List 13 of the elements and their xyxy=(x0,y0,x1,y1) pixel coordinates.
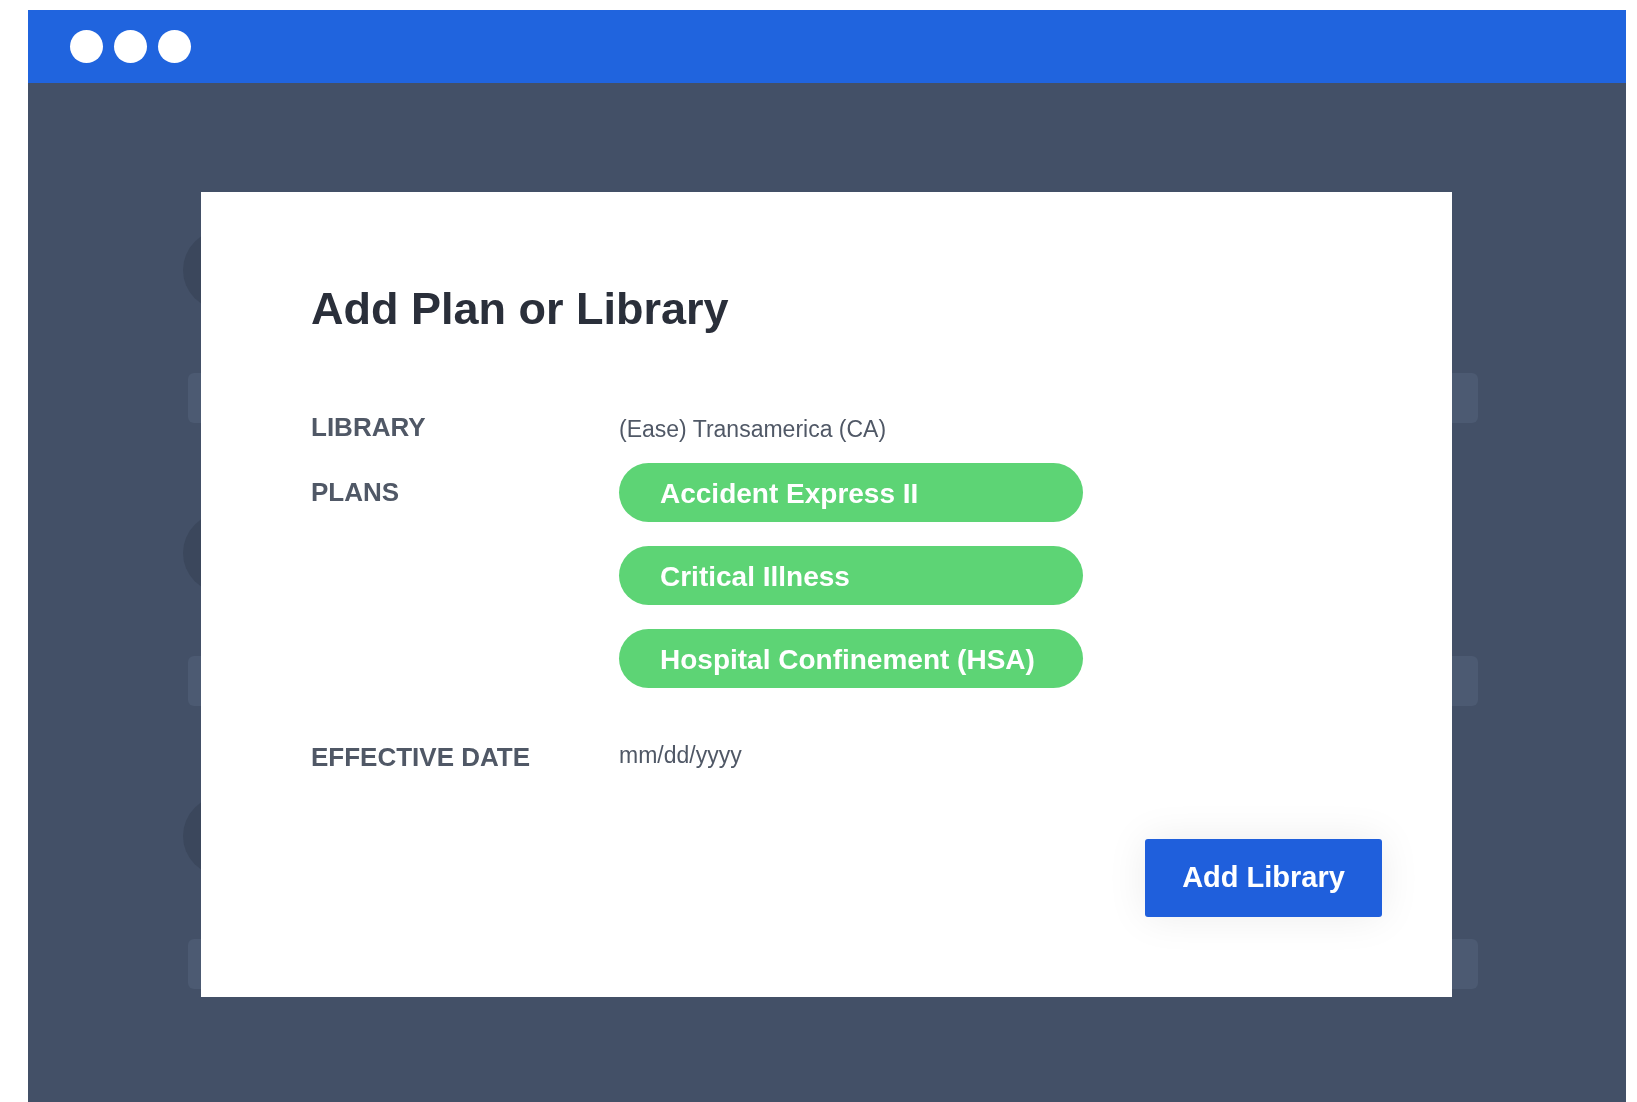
field-label: LIBRARY xyxy=(311,411,427,444)
window-dot-icon xyxy=(70,30,103,63)
window-dot-icon xyxy=(114,30,147,63)
add-library-button[interactable]: Add Library xyxy=(1145,839,1382,917)
window-dot-icon xyxy=(158,30,191,63)
field-label: EFFECTIVE DATE xyxy=(311,741,532,774)
plan-tag: Critical Illness xyxy=(619,546,1083,605)
field-label: PLANS xyxy=(311,476,401,509)
field-value: (Ease) Transamerica (CA) xyxy=(619,416,887,442)
dialog-title: Add Plan or Library xyxy=(311,282,730,336)
plan-tag: Accident Express II xyxy=(619,463,1083,522)
plan-tag: Hospital Confinement (HSA) xyxy=(619,629,1083,688)
date-field[interactable]: mm/dd/yyyy xyxy=(619,738,919,773)
